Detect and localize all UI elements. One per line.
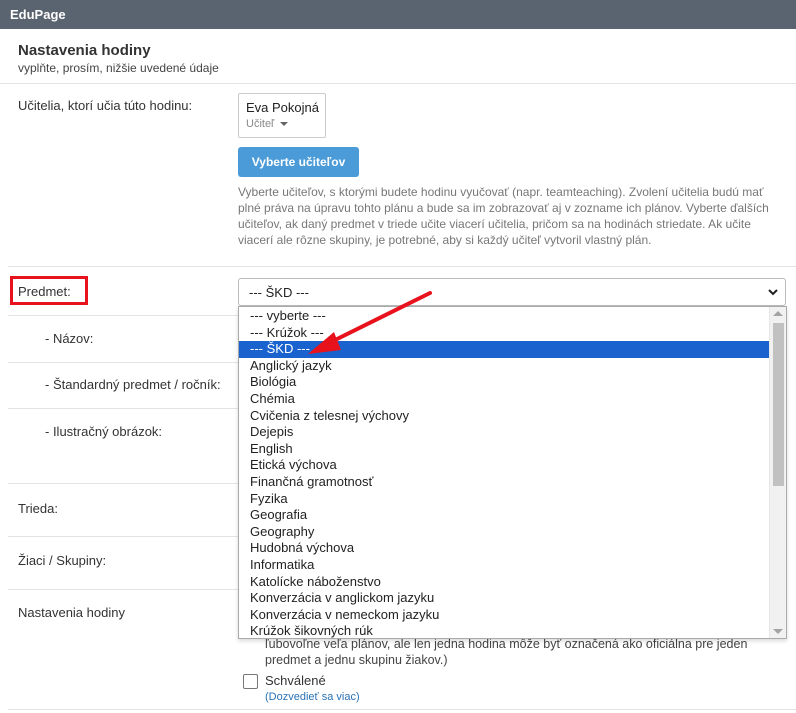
illustration-image-label: - Ilustračný obrázok: [45, 424, 163, 439]
caret-down-icon [280, 122, 289, 127]
students-groups-label: Žiaci / Skupiny: [18, 553, 107, 568]
dropdown-option[interactable]: Finančná gramotnosť [239, 474, 771, 491]
dropdown-option[interactable]: Cvičenia z telesnej výchovy [239, 408, 771, 425]
divider [8, 483, 238, 484]
divider [8, 315, 238, 316]
dropdown-option[interactable]: Anglický jazyk [239, 358, 771, 375]
divider [8, 362, 238, 363]
scroll-up-arrow-icon[interactable] [773, 311, 783, 316]
page-subtitle: vyplňte, prosím, nižšie uvedené údaje [18, 61, 219, 75]
dropdown-option[interactable]: Katolícke náboženstvo [239, 574, 771, 591]
annotation-arrow-icon [308, 291, 432, 354]
page-title: Nastavenia hodiny [18, 42, 151, 59]
teachers-help-text: Vyberte učiteľov, s ktorými budete hodin… [238, 185, 769, 247]
approved-checkbox[interactable] [243, 674, 258, 689]
dropdown-option[interactable]: Biológia [239, 374, 771, 391]
scroll-down-arrow-icon[interactable] [773, 629, 783, 634]
teacher-name: Eva Pokojná [246, 100, 319, 115]
dropdown-option[interactable]: Geography [239, 524, 771, 541]
divider [8, 408, 238, 409]
chevron-down-icon [768, 289, 778, 296]
divider [8, 709, 796, 710]
divider [0, 83, 796, 84]
dropdown-option[interactable]: Etická výchova [239, 457, 771, 474]
approved-label: Schválené [265, 673, 326, 688]
divider [8, 536, 238, 537]
teacher-role: Učiteľ [246, 118, 275, 130]
scrollbar-thumb[interactable] [773, 323, 784, 486]
dropdown-option[interactable]: English [239, 441, 771, 458]
name-label: - Názov: [45, 331, 94, 346]
teachers-label: Učitelia, ktorí učia túto hodinu: [18, 98, 193, 113]
subject-label: Predmet: [18, 284, 71, 299]
dropdown-option[interactable]: Konverzácia v anglickom jazyku [239, 590, 771, 607]
settings-note: ľubovoľne veľa plánov, ale len jedna hod… [265, 637, 748, 667]
divider [8, 266, 796, 267]
app-header-bar: EduPage [0, 0, 796, 29]
lesson-settings-label: Nastavenia hodiny [18, 605, 125, 620]
select-teachers-button[interactable]: Vyberte učiteľov [238, 147, 359, 177]
learn-more-link[interactable]: (Dozvedieť sa viac) [265, 691, 360, 703]
divider [8, 589, 238, 590]
standard-subject-label: - Štandardný predmet / ročník: [45, 377, 221, 392]
dropdown-option[interactable]: Chémia [239, 391, 771, 408]
teacher-role-dropdown[interactable]: Učiteľ [246, 118, 289, 130]
dropdown-option[interactable]: Konverzácia v nemeckom jazyku [239, 607, 771, 624]
class-label: Trieda: [18, 501, 58, 516]
dropdown-option[interactable]: Hudobná výchova [239, 540, 771, 557]
app-title: EduPage [10, 7, 66, 22]
teacher-chip[interactable]: Eva Pokojná Učiteľ [238, 93, 326, 138]
dropdown-option[interactable]: Informatika [239, 557, 771, 574]
dropdown-option[interactable]: Dejepis [239, 424, 771, 441]
dropdown-scrollbar[interactable] [769, 307, 786, 638]
dropdown-option[interactable]: Krúžok šikovných rúk [239, 623, 771, 638]
dropdown-option[interactable]: Geografia [239, 507, 771, 524]
dropdown-option[interactable]: Fyzika [239, 491, 771, 508]
